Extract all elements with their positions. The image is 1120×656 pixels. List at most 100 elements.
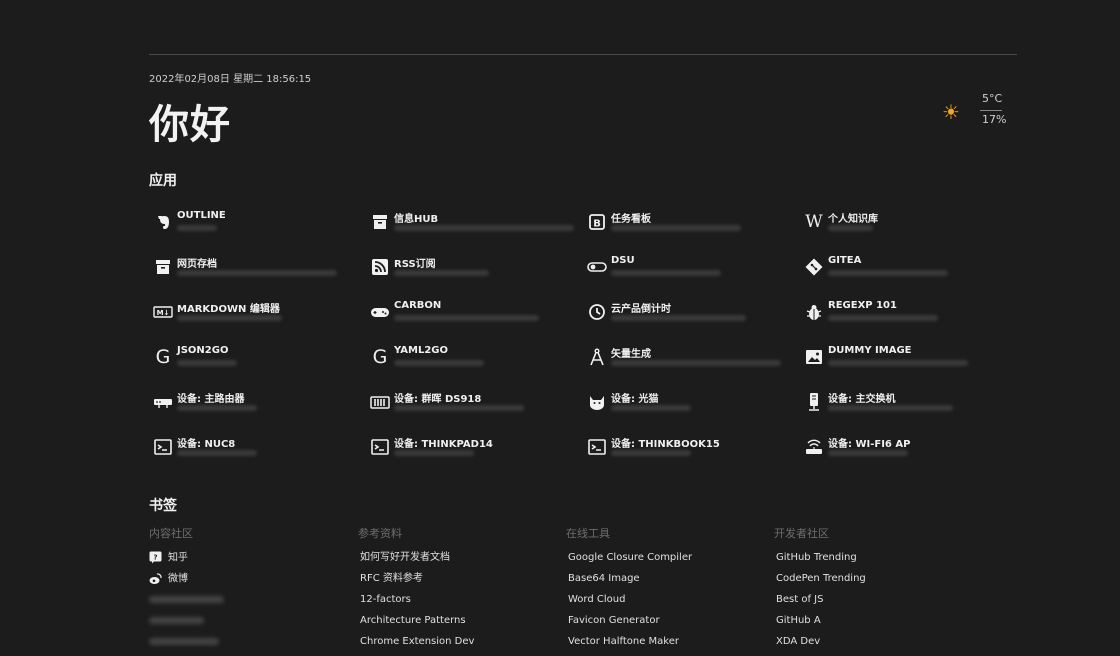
bookmark-closure-compiler[interactable]: Google Closure Compiler	[566, 551, 766, 572]
app-label: GITEA	[828, 255, 862, 266]
app-device-ds918[interactable]: 设备: 群晖 DS918	[369, 387, 579, 419]
app-device-modem[interactable]: 设备: 光猫	[586, 387, 796, 419]
bookmark-favicon-generator[interactable]: Favicon Generator	[566, 614, 766, 635]
app-cloud-countdown[interactable]: 云产品倒计时	[586, 297, 796, 329]
bookmark-weibo[interactable]: 微博	[149, 572, 349, 593]
app-label: 个人知识库	[828, 214, 878, 225]
app-rss[interactable]: RSS订阅	[369, 252, 579, 284]
app-url-redacted	[828, 270, 948, 276]
app-label: 设备: NUC8	[177, 439, 236, 450]
app-label: 任务看板	[611, 214, 651, 225]
google-g-icon: G	[372, 346, 388, 368]
app-url-redacted	[177, 270, 337, 276]
app-label: 云产品倒计时	[611, 304, 671, 315]
bookmark-redacted[interactable]	[149, 635, 349, 656]
bookmark-column-heading: 内容社区	[149, 527, 193, 540]
app-label: 设备: 主路由器	[177, 394, 245, 405]
app-url-redacted	[611, 225, 741, 231]
app-device-main-switch[interactable]: 设备: 主交换机	[803, 387, 1013, 419]
clock-icon	[586, 301, 608, 323]
redacted-content	[149, 637, 219, 645]
app-task-board[interactable]: B 任务看板	[586, 207, 796, 239]
bookmark-column-references: 参考资料 如何写好开发者文档 RFC 资料参考 12-factors Archi…	[358, 525, 558, 656]
app-url-redacted	[611, 270, 721, 276]
google-g-icon: G	[155, 346, 171, 368]
app-device-thinkpad14[interactable]: 设备: THINKPAD14	[369, 432, 579, 464]
app-label: 设备: 群晖 DS918	[394, 394, 482, 405]
bookmark-12-factors[interactable]: 12-factors	[358, 593, 558, 614]
bookmark-github-a[interactable]: GitHub A	[774, 614, 974, 635]
greeting-title: 你好	[149, 102, 231, 148]
app-label: JSON2GO	[177, 345, 229, 356]
bookmark-redacted[interactable]	[149, 614, 349, 635]
app-dummy-image[interactable]: DUMMY IMAGE	[803, 342, 1013, 374]
temperature: 5°C	[982, 92, 1003, 105]
humidity: 17%	[982, 113, 1007, 126]
rss-icon	[369, 256, 391, 278]
bookmark-dev-docs[interactable]: 如何写好开发者文档	[358, 551, 558, 572]
app-dsu[interactable]: DSU	[586, 252, 796, 284]
app-url-redacted	[394, 270, 489, 276]
app-web-archive[interactable]: 网页存档	[152, 252, 362, 284]
app-url-redacted	[177, 450, 257, 456]
app-device-wifi6-ap[interactable]: 设备: WI-FI6 AP	[803, 432, 1013, 464]
sun-icon: ☀	[942, 100, 960, 124]
app-device-thinkbook15[interactable]: 设备: THINKBOOK15	[586, 432, 796, 464]
app-json2go[interactable]: G JSON2GO	[152, 342, 362, 374]
bookmark-label: 知乎	[168, 552, 188, 564]
weibo-icon	[149, 572, 162, 585]
router-icon	[152, 391, 174, 413]
app-url-redacted	[394, 360, 484, 366]
board-b-icon: B	[586, 211, 608, 233]
bookmark-redacted[interactable]	[149, 593, 349, 614]
app-url-redacted	[394, 405, 524, 411]
zhihu-icon: ?	[149, 551, 162, 564]
bookmark-best-of-js[interactable]: Best of JS	[774, 593, 974, 614]
app-info-hub[interactable]: 信息HUB	[369, 207, 579, 239]
svg-text:?: ?	[153, 554, 157, 562]
bookmark-architecture-patterns[interactable]: Architecture Patterns	[358, 614, 558, 635]
toggle-icon	[586, 256, 608, 278]
terminal-icon	[152, 436, 174, 458]
app-url-redacted	[611, 315, 746, 321]
app-label: 设备: THINKBOOK15	[611, 439, 720, 450]
app-device-nuc8[interactable]: 设备: NUC8	[152, 432, 362, 464]
app-label: RSS订阅	[394, 259, 436, 270]
switch-icon	[803, 391, 825, 413]
wikipedia-icon: W	[805, 212, 823, 232]
weather-widget: ☀ 5°C 17%	[940, 92, 1006, 132]
bookmark-base64-image[interactable]: Base64 Image	[566, 572, 766, 593]
app-url-redacted	[177, 360, 237, 366]
evernote-icon	[152, 211, 174, 233]
app-outline[interactable]: OUTLINE	[152, 207, 362, 239]
app-regexp-101[interactable]: REGEXP 101	[803, 297, 1013, 329]
app-yaml2go[interactable]: G YAML2GO	[369, 342, 579, 374]
bookmark-word-cloud[interactable]: Word Cloud	[566, 593, 766, 614]
svg-text:M↓: M↓	[157, 309, 170, 317]
app-knowledge-base[interactable]: W 个人知识库	[803, 207, 1013, 239]
bookmark-rfc[interactable]: RFC 资料参考	[358, 572, 558, 593]
bookmark-vector-halftone[interactable]: Vector Halftone Maker	[566, 635, 766, 656]
bookmark-column-online-tools: 在线工具 Google Closure Compiler Base64 Imag…	[566, 525, 766, 656]
app-carbon[interactable]: CARBON	[369, 297, 579, 329]
app-url-redacted	[611, 450, 691, 456]
app-url-redacted	[394, 315, 539, 321]
redacted-content	[149, 595, 224, 603]
bookmark-column-heading: 开发者社区	[774, 527, 829, 540]
app-gitea[interactable]: GITEA	[803, 252, 1013, 284]
app-markdown-editor[interactable]: M↓ MARKDOWN 编辑器	[152, 297, 362, 329]
app-label: 设备: 主交换机	[828, 394, 896, 405]
bookmark-zhihu[interactable]: ? 知乎	[149, 551, 349, 572]
app-label: 设备: 光猫	[611, 394, 659, 405]
bookmark-github-trending[interactable]: GitHub Trending	[774, 551, 974, 572]
terminal-icon	[369, 436, 391, 458]
bookmark-xda-dev[interactable]: XDA Dev	[774, 635, 974, 656]
app-label: DSU	[611, 255, 635, 266]
bookmark-chrome-extension-dev[interactable]: Chrome Extension Dev	[358, 635, 558, 656]
app-label: 矢量生成	[611, 349, 651, 360]
app-vector-gen[interactable]: 矢量生成	[586, 342, 796, 374]
app-url-redacted	[828, 360, 968, 366]
app-device-main-router[interactable]: 设备: 主路由器	[152, 387, 362, 419]
app-url-redacted	[828, 315, 938, 321]
bookmark-codepen-trending[interactable]: CodePen Trending	[774, 572, 974, 593]
